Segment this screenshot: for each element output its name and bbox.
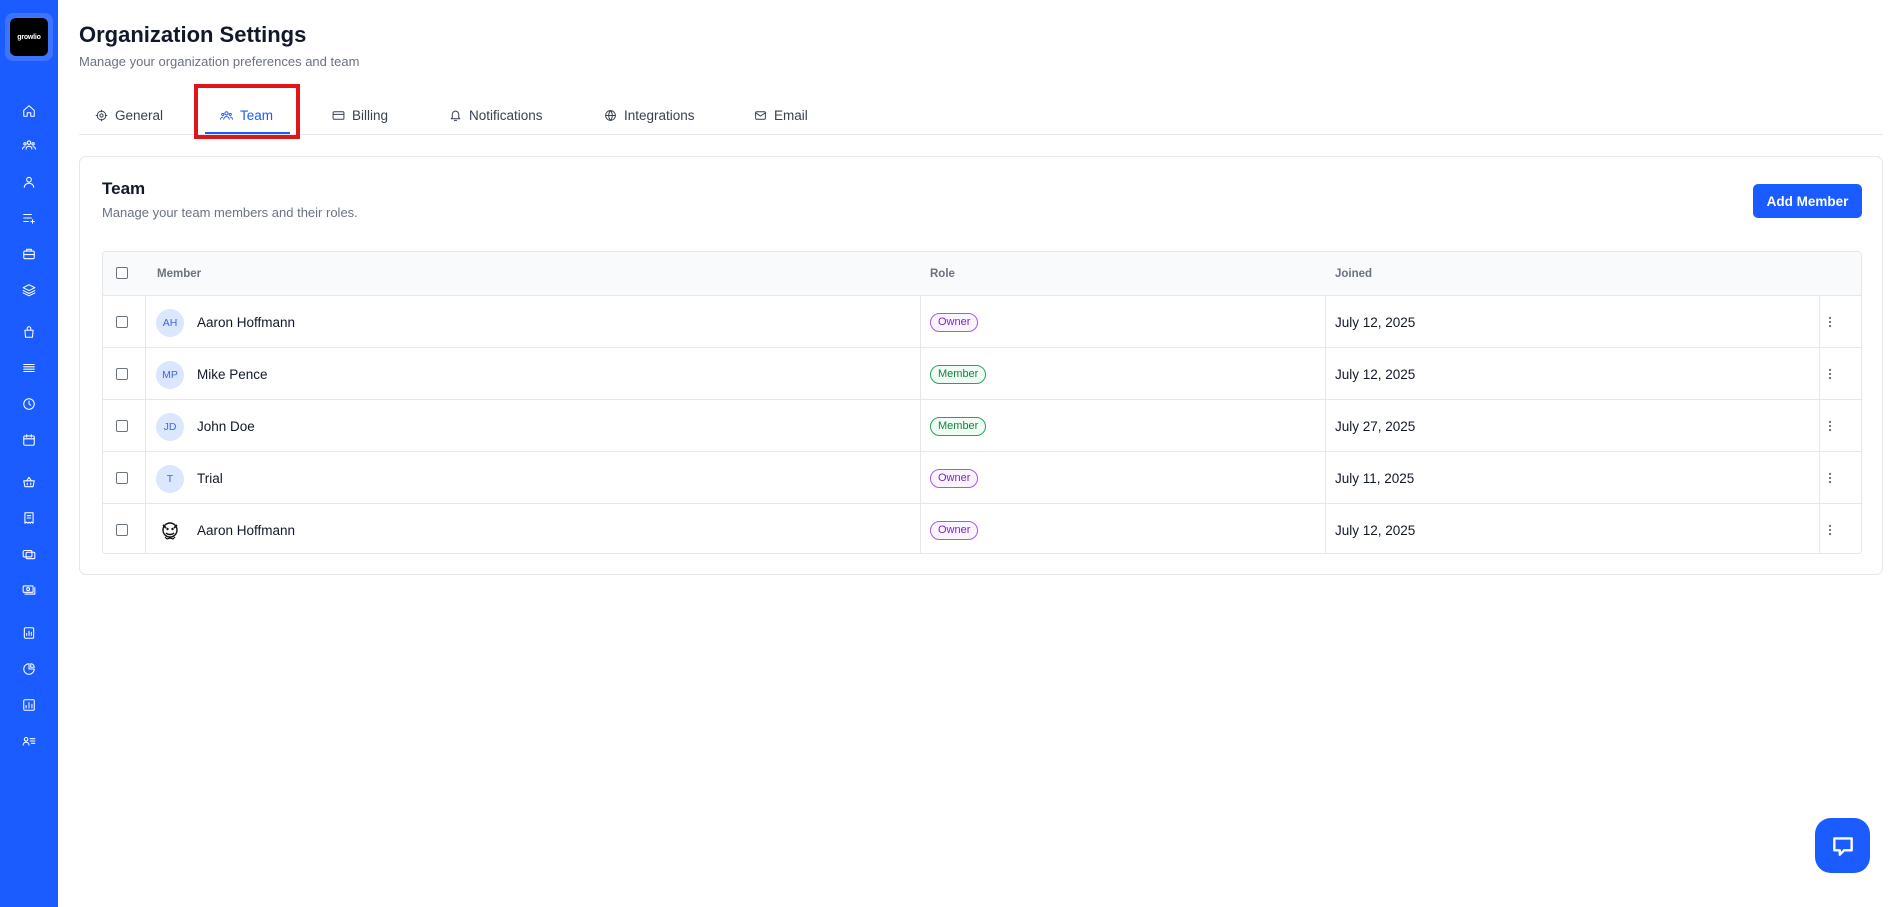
joined-date: July 27, 2025 [1335, 418, 1416, 434]
role-badge: Owner [930, 520, 979, 540]
menu-icon[interactable] [21, 360, 37, 376]
role-badge: Owner [930, 312, 979, 332]
tab-label: Billing [352, 107, 389, 123]
row-checkbox[interactable] [116, 524, 128, 536]
more-options-icon[interactable] [1821, 313, 1839, 331]
team-table: Member Role Joined AH Aaron Hoffmann Own… [102, 251, 1862, 554]
page-title: Organization Settings [79, 22, 307, 47]
role-badge: Owner [930, 468, 979, 488]
page-subtitle: Manage your organization preferences and… [79, 54, 360, 69]
tab-label: Notifications [469, 107, 543, 123]
column-header-role: Role [930, 268, 955, 280]
tab-billing[interactable]: Billing [332, 95, 388, 135]
team-subtitle: Manage your team members and their roles… [102, 205, 358, 220]
member-name: Aaron Hoffmann [197, 314, 296, 330]
table-row: MP Mike Pence Member July 12, 2025 [103, 348, 1861, 400]
more-options-icon[interactable] [1821, 521, 1839, 539]
table-row: Aaron Hoffmann Owner July 12, 2025 [103, 504, 1861, 553]
basket-icon[interactable] [21, 474, 37, 490]
member-name: Mike Pence [197, 366, 268, 382]
member-name: John Doe [197, 418, 255, 434]
mail-icon [755, 110, 766, 120]
team-icon[interactable] [21, 137, 37, 153]
team-icon [220, 110, 233, 120]
team-title: Team [102, 179, 146, 198]
table-row: JD John Doe Member July 27, 2025 [103, 400, 1861, 452]
tab-general[interactable]: General [95, 95, 163, 135]
row-checkbox[interactable] [116, 368, 128, 380]
role-badge: Member [930, 416, 987, 436]
globe-icon [605, 109, 616, 121]
tab-team[interactable]: Team [220, 95, 273, 135]
row-checkbox[interactable] [116, 420, 128, 432]
joined-date: July 12, 2025 [1335, 366, 1416, 382]
active-tab-indicator [205, 132, 290, 134]
avatar: MP [156, 361, 184, 389]
support-chat-button[interactable] [1815, 818, 1870, 873]
tab-label: Email [774, 107, 808, 123]
gear-icon [95, 109, 108, 121]
tab-label: Integrations [624, 107, 695, 123]
chart-icon[interactable] [21, 697, 37, 713]
more-options-icon[interactable] [1821, 417, 1839, 435]
joined-date: July 12, 2025 [1335, 314, 1416, 330]
calendar-icon[interactable] [21, 432, 37, 448]
money-icon[interactable] [21, 582, 37, 598]
chat-icon [1832, 836, 1853, 856]
tab-integrations[interactable]: Integrations [604, 95, 695, 135]
logo-container[interactable]: growlio [5, 13, 53, 61]
bag-icon[interactable] [21, 324, 37, 340]
add-member-button[interactable]: Add Member [1753, 184, 1862, 218]
sidebar: growlio [0, 0, 58, 907]
tab-notifications[interactable]: Notifications [449, 95, 543, 135]
receipt-icon[interactable] [21, 510, 37, 526]
bell-icon [450, 110, 461, 121]
brand-logo: growlio [10, 18, 48, 56]
clock-icon[interactable] [21, 396, 37, 412]
more-options-icon[interactable] [1821, 365, 1839, 383]
home-icon[interactable] [21, 103, 37, 119]
role-badge: Member [930, 364, 987, 384]
user-icon[interactable] [21, 174, 37, 190]
layers-icon[interactable] [21, 282, 37, 298]
cards-icon[interactable] [21, 546, 37, 562]
credit-card-icon [332, 110, 345, 120]
table-row: T Trial Owner July 11, 2025 [103, 452, 1861, 504]
avatar: AH [156, 309, 184, 337]
tab-label: Team [240, 107, 274, 123]
select-all-checkbox[interactable] [116, 267, 128, 279]
avatar: T [156, 465, 184, 493]
team-card: Team Manage your team members and their … [79, 156, 1883, 575]
list-add-icon[interactable] [21, 210, 37, 226]
tab-email[interactable]: Email [754, 95, 808, 135]
tab-label: General [115, 107, 164, 123]
report-icon[interactable] [21, 625, 37, 641]
settings-tabs: General Team Billing Notifications Integ… [79, 95, 1883, 135]
table-row: AH Aaron Hoffmann Owner July 12, 2025 [103, 296, 1861, 348]
row-checkbox[interactable] [116, 316, 128, 328]
briefcase-icon[interactable] [21, 246, 37, 262]
avatar-illustration [162, 522, 178, 540]
member-name: Trial [197, 470, 223, 486]
pie-chart-icon[interactable] [21, 661, 37, 677]
table-header: Member Role Joined [103, 252, 1861, 296]
member-name: Aaron Hoffmann [197, 522, 296, 538]
column-header-member: Member [157, 268, 202, 280]
avatar: JD [156, 413, 184, 441]
column-header-joined: Joined [1335, 268, 1373, 280]
avatar-image [156, 517, 184, 545]
joined-date: July 12, 2025 [1335, 522, 1416, 538]
more-options-icon[interactable] [1821, 469, 1839, 487]
row-checkbox[interactable] [116, 472, 128, 484]
joined-date: July 11, 2025 [1335, 470, 1415, 486]
user-list-icon[interactable] [21, 733, 37, 749]
